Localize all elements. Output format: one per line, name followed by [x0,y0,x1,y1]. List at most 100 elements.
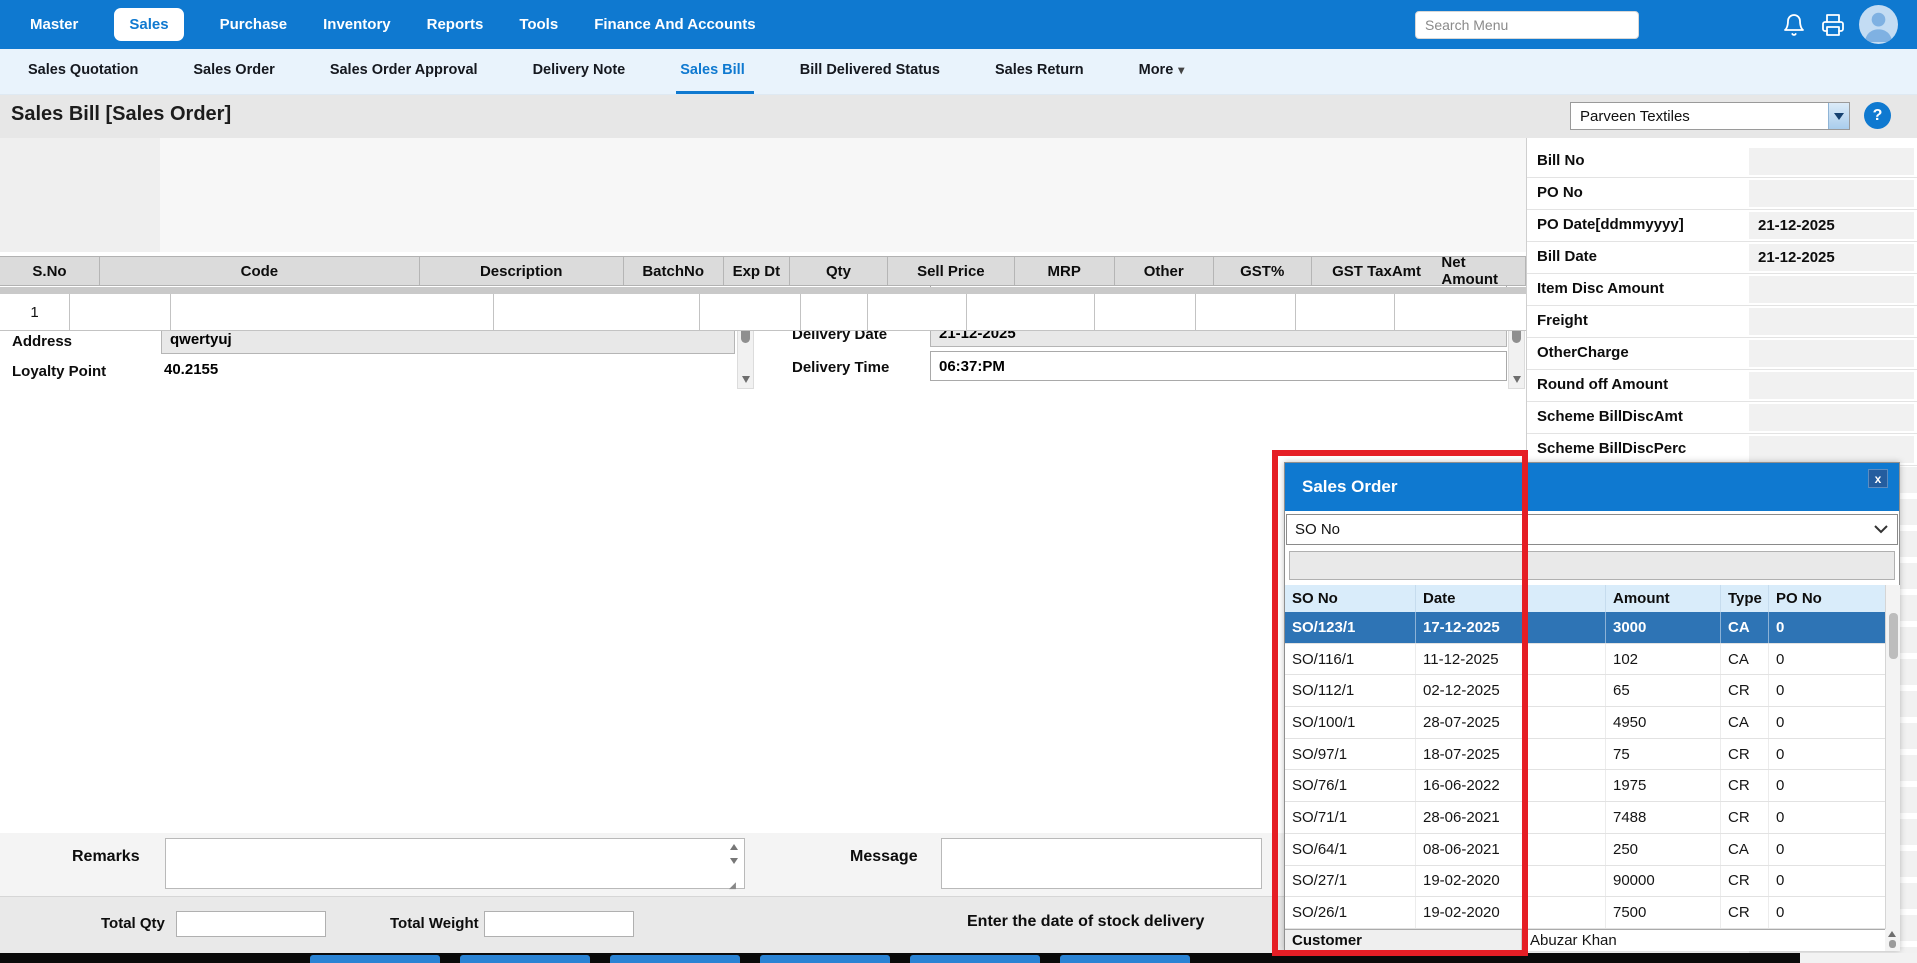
gst-cell[interactable] [1196,294,1296,331]
summary-label: Bill No [1537,152,1585,169]
tab-item[interactable]: Sales Return [991,49,1093,94]
action-button[interactable] [610,955,740,963]
menu-item[interactable]: Inventory [323,16,391,33]
summary-label: Item Disc Amount [1537,280,1664,297]
description-cell[interactable] [171,294,494,331]
remarks-textarea[interactable] [165,838,745,889]
action-button[interactable] [1060,955,1190,963]
menu-item[interactable]: Purchase [220,16,288,33]
message-textarea[interactable] [941,838,1262,889]
so-filter-select[interactable]: SO No [1286,514,1898,545]
remarks-label: Remarks [72,848,140,866]
tab-item[interactable]: Bill Delivered Status [796,49,949,94]
summary-value[interactable] [1749,372,1914,399]
batchno-cell[interactable] [494,294,700,331]
scroll-thumb [1889,940,1896,948]
expdt-cell[interactable] [700,294,801,331]
tab-item[interactable]: More ▾ [1135,49,1189,94]
loyalty-point-label: Loyalty Point [12,363,106,380]
menu-item[interactable]: Sales [114,8,183,41]
qty-cell[interactable] [801,294,868,331]
gsttaxamt-cell[interactable] [1296,294,1395,331]
so-table-row[interactable]: SO/123/1 17-12-2025 3000 CA 0 [1285,612,1885,644]
menu-item[interactable]: Master [30,16,78,33]
delivery-time-field[interactable] [930,351,1507,381]
sno-cell[interactable]: 1 [0,294,70,331]
tab-item[interactable]: Sales Bill [676,49,753,94]
summary-label: Bill Date [1537,248,1597,265]
so-table-row[interactable]: SO/27/1 19-02-2020 90000 CR 0 [1285,866,1885,898]
menu-item[interactable]: Tools [519,16,558,33]
summary-value[interactable] [1749,436,1914,463]
tab-item[interactable]: Sales Quotation [24,49,147,94]
sales-order-modal: Sales Order x SO No SO No Date Amount Ty… [1284,462,1900,951]
so-table-row[interactable]: SO/71/1 28-06-2021 7488 CR 0 [1285,802,1885,834]
summary-value[interactable] [1749,340,1914,367]
title-bar: Sales Bill [Sales Order] Parveen Textile… [0,95,1917,138]
summary-value[interactable] [1749,308,1914,335]
total-weight-field[interactable] [484,911,634,937]
item-table-header: S.NoCodeDescriptionBatchNoExp DtQtySell … [0,256,1526,286]
so-table-row[interactable]: SO/100/1 28-07-2025 4950 CA 0 [1285,707,1885,739]
tab-item[interactable]: Delivery Note [529,49,635,94]
footer-scrollbar[interactable] [1885,929,1900,951]
menu-item[interactable]: Finance And Accounts [594,16,755,33]
customer-filter-row: Customer Abuzar Khan [1285,929,1885,951]
search-input[interactable] [1415,11,1639,39]
summary-value[interactable]: 21-12-2025 [1749,212,1914,239]
column-header: S.No [0,257,100,285]
sellprice-cell[interactable] [868,294,967,331]
netamount-cell[interactable] [1395,294,1526,331]
item-table-row[interactable]: 1 [0,294,1526,331]
so-search-input[interactable] [1289,551,1895,580]
summary-value[interactable] [1749,148,1914,175]
summary-value[interactable] [1749,404,1914,431]
action-button[interactable] [310,955,440,963]
so-table-row[interactable]: SO/97/1 18-07-2025 75 CR 0 [1285,739,1885,771]
so-filter-value: SO No [1287,521,1874,538]
so-table-row[interactable]: SO/26/1 19-02-2020 7500 CR 0 [1285,897,1885,929]
summary-row: Scheme BillDiscAmt [1527,402,1917,434]
dropdown-button[interactable] [1828,103,1849,129]
summary-label: PO No [1537,184,1583,201]
action-button[interactable] [760,955,890,963]
column-header: SO No [1285,585,1416,612]
so-table-row[interactable]: SO/112/1 02-12-2025 65 CR 0 [1285,675,1885,707]
main-menu: Master Sales Purchase Inventory Reports Tools… [0,8,756,41]
summary-value[interactable]: 21-12-2025 [1749,244,1914,271]
bell-icon[interactable] [1782,13,1806,37]
column-header: Qty [790,257,888,285]
customer-filter-value[interactable]: Abuzar Khan [1522,930,1885,951]
close-icon[interactable]: x [1868,469,1888,488]
action-button[interactable] [910,955,1040,963]
column-header: Sell Price [888,257,1015,285]
modal-scrollbar[interactable] [1885,585,1900,951]
tab-item[interactable]: Sales Order Approval [326,49,487,94]
other-cell[interactable] [1095,294,1196,331]
print-icon[interactable] [1821,13,1845,37]
column-header: PO No [1769,585,1885,612]
summary-label: PO Date[ddmmyyyy] [1537,216,1684,233]
so-table-body: SO/123/1 17-12-2025 3000 CA 0 SO/116/1 1… [1285,612,1885,929]
scroll-up-icon [1888,931,1896,937]
customer-filter-label: Customer [1285,930,1522,951]
summary-value[interactable] [1749,180,1914,207]
so-table-row[interactable]: SO/64/1 08-06-2021 250 CA 0 [1285,834,1885,866]
tab-item[interactable]: Sales Order [189,49,283,94]
total-qty-field[interactable] [176,911,326,937]
menu-item[interactable]: Reports [427,16,484,33]
top-navbar: Master Sales Purchase Inventory Reports Tools… [0,0,1917,49]
code-cell[interactable] [70,294,171,331]
user-avatar-icon[interactable] [1859,5,1898,44]
mrp-cell[interactable] [967,294,1095,331]
scroll-corner [1800,953,1917,963]
help-button[interactable]: ? [1864,102,1891,129]
column-header: Date [1416,585,1606,612]
so-table-row[interactable]: SO/116/1 11-12-2025 102 CA 0 [1285,644,1885,676]
company-select[interactable]: Parveen Textiles [1570,102,1850,130]
action-button[interactable] [460,955,590,963]
so-table-row[interactable]: SO/76/1 16-06-2022 1975 CR 0 [1285,770,1885,802]
bottom-button-bar [0,953,1800,963]
summary-label: Round off Amount [1537,376,1668,393]
summary-value[interactable] [1749,276,1914,303]
